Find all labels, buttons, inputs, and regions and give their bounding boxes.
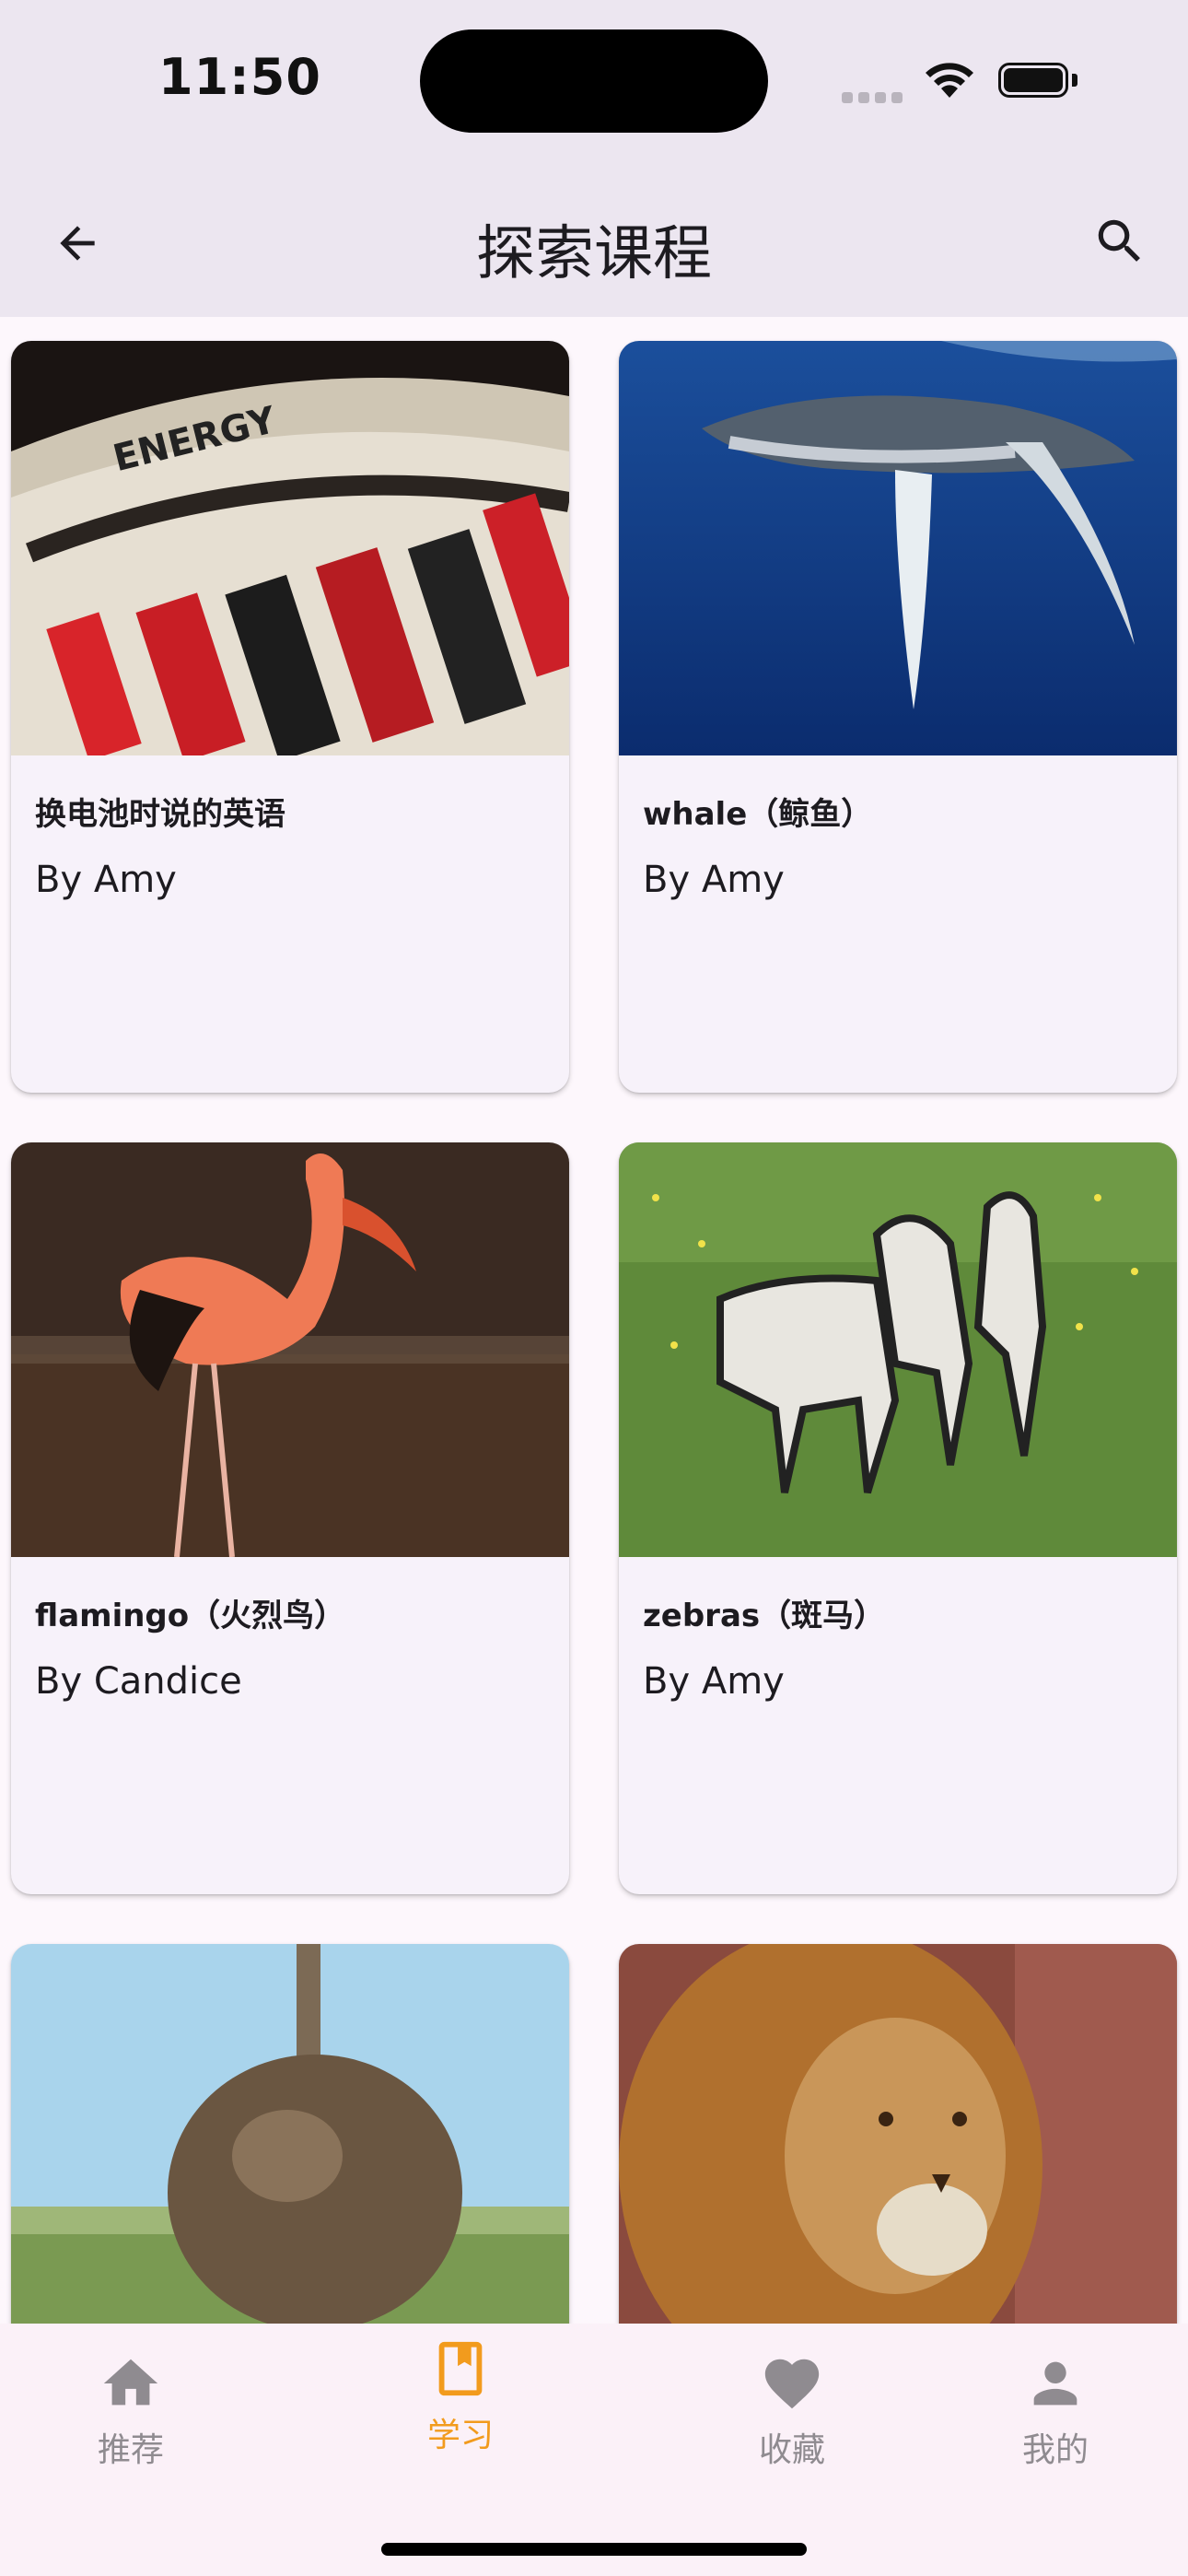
course-author: By Amy bbox=[643, 859, 785, 901]
course-grid: ENERGY 换电池时说的英语 By Amy whale（鲸鱼） By Amy … bbox=[0, 317, 1188, 2324]
lion-photo bbox=[619, 1944, 1177, 2324]
battery-charger-photo: ENERGY bbox=[11, 341, 569, 755]
nav-item-recommend[interactable]: 推荐 bbox=[39, 2351, 223, 2489]
person-icon bbox=[1033, 2361, 1077, 2406]
wifi-icon bbox=[926, 63, 973, 98]
course-author: By Candice bbox=[35, 1660, 242, 1703]
course-card[interactable] bbox=[619, 1944, 1177, 2324]
course-card[interactable]: zebras（斑马） By Amy bbox=[619, 1142, 1177, 1894]
home-indicator[interactable] bbox=[381, 2543, 807, 2556]
nav-item-favorites[interactable]: 收藏 bbox=[700, 2351, 884, 2489]
course-card[interactable]: flamingo（火烈鸟） By Candice bbox=[11, 1142, 569, 1894]
course-author: By Amy bbox=[643, 1660, 785, 1703]
flamingo-photo bbox=[11, 1142, 569, 1557]
humpback-whale-photo bbox=[619, 341, 1177, 755]
book-icon bbox=[438, 2341, 483, 2396]
nav-label: 学习 bbox=[426, 2417, 494, 2454]
search-icon bbox=[1098, 219, 1140, 262]
course-card[interactable]: ENERGY 换电池时说的英语 By Amy bbox=[11, 341, 569, 1093]
zebras-photo bbox=[619, 1142, 1177, 1557]
dynamic-island bbox=[420, 29, 768, 133]
status-bar: 11:50 bbox=[0, 0, 1188, 166]
course-title: 换电池时说的英语 bbox=[35, 796, 285, 833]
course-card[interactable] bbox=[11, 1944, 569, 2324]
nav-item-mine[interactable]: 我的 bbox=[963, 2351, 1147, 2489]
search-button[interactable] bbox=[1079, 201, 1160, 282]
course-author: By Amy bbox=[35, 859, 177, 901]
course-title: flamingo（火烈鸟） bbox=[35, 1598, 346, 1634]
ostrich-photo bbox=[11, 1944, 569, 2324]
status-time: 11:50 bbox=[158, 48, 321, 106]
nav-label: 推荐 bbox=[97, 2431, 164, 2469]
nav-label: 我的 bbox=[1021, 2431, 1089, 2469]
heart-icon bbox=[764, 2359, 820, 2409]
bottom-navigation-bar: 推荐 学习 收藏 我的 bbox=[0, 2324, 1188, 2576]
battery-icon bbox=[998, 63, 1079, 100]
page-title: 探索课程 bbox=[476, 220, 712, 288]
app-bar: 探索课程 bbox=[0, 166, 1188, 317]
course-title: zebras（斑马） bbox=[643, 1598, 886, 1634]
nav-item-study[interactable]: 学习 bbox=[368, 2336, 553, 2475]
course-title: whale（鲸鱼） bbox=[643, 796, 873, 833]
course-card[interactable]: whale（鲸鱼） By Amy bbox=[619, 341, 1177, 1093]
home-icon bbox=[103, 2359, 158, 2406]
cellular-signal-icon bbox=[842, 66, 906, 103]
nav-label: 收藏 bbox=[758, 2431, 825, 2469]
